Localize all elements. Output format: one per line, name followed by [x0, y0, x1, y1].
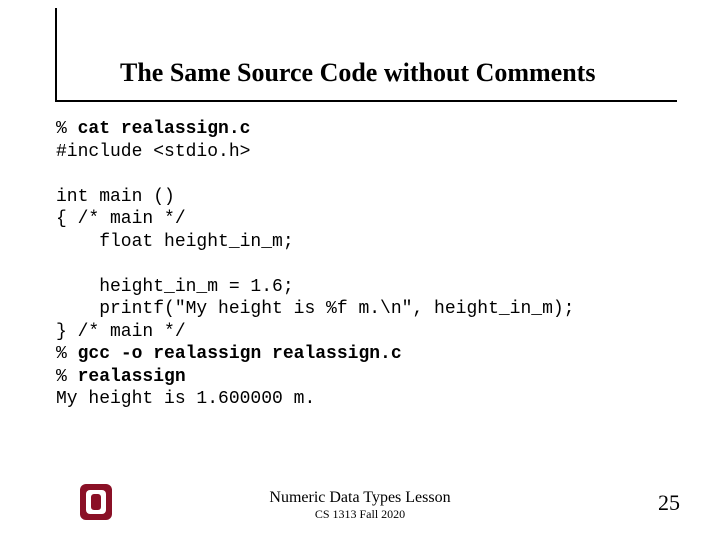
footer: Numeric Data Types Lesson CS 1313 Fall 2…	[0, 489, 720, 522]
code-line: float height_in_m;	[56, 232, 294, 252]
code-line: % gcc -o realassign realassign.c	[56, 344, 402, 364]
slide: The Same Source Code without Comments % …	[0, 0, 720, 540]
frame-vertical	[55, 8, 57, 100]
footer-lesson: Numeric Data Types Lesson	[0, 489, 720, 507]
code-block: % cat realassign.c #include <stdio.h> in…	[56, 118, 680, 411]
frame-horizontal	[55, 100, 677, 102]
footer-course: CS 1313 Fall 2020	[0, 507, 720, 522]
code-line: My height is 1.600000 m.	[56, 389, 315, 409]
slide-title: The Same Source Code without Comments	[120, 58, 680, 88]
code-line: % realassign	[56, 367, 186, 387]
code-line: } /* main */	[56, 322, 186, 342]
code-line: { /* main */	[56, 209, 186, 229]
code-line: height_in_m = 1.6;	[56, 277, 294, 297]
code-line: % cat realassign.c	[56, 119, 250, 139]
code-line: int main ()	[56, 187, 175, 207]
code-line: printf("My height is %f m.\n", height_in…	[56, 299, 574, 319]
code-line: #include <stdio.h>	[56, 142, 250, 162]
page-number: 25	[658, 490, 680, 516]
